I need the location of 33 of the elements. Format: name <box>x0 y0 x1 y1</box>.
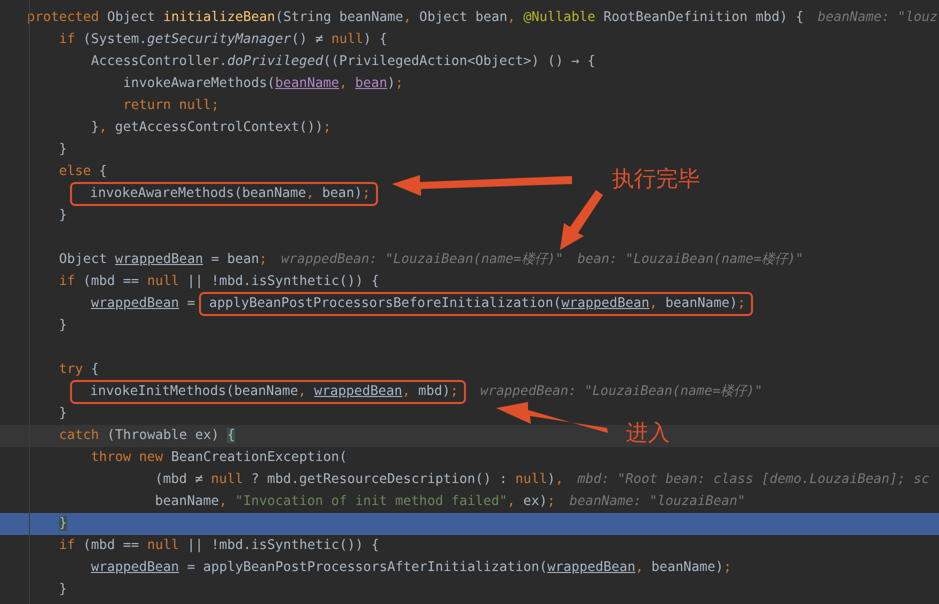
code-line: Object wrappedBean = bean; <box>59 251 268 269</box>
code-line: AccessController.doPrivileged((PrivilegedAction<Object>) () → { <box>91 53 596 71</box>
code-line: if (mbd == null || !mbd.isSynthetic()) { <box>59 273 380 291</box>
code-line: if (mbd == null || !mbd.isSynthetic()) { <box>59 537 380 555</box>
annotation-label: 执行完毕 <box>612 166 700 194</box>
code-line: beanName, "Invocation of init method failed", ex); <box>155 493 556 511</box>
highlighted-code: applyBeanPostProcessorsBeforeInitialization(wrappedBean, beanName); <box>199 292 754 316</box>
inline-debug-value: wrappedBean: "LouzaiBean(name=楼仔)" <box>281 251 564 269</box>
inline-debug-value: mbd: "Root bean: class [demo.LouzaiBean]; sc <box>577 471 930 489</box>
code-line: } <box>59 405 68 423</box>
highlighted-code: invokeAwareMethods(beanName, bean); <box>70 182 378 206</box>
code-line: invokeAwareMethods(beanName, bean); <box>123 75 404 93</box>
code-line: throw new BeanCreationException( <box>91 449 348 467</box>
code-line: protected Object initializeBean(String beanName, Object bean, @Nullable RootBeanDefinition mbd) { <box>27 9 804 27</box>
code-line: } <box>59 207 68 225</box>
code-line: if (System.getSecurityManager() ≠ null) { <box>59 31 388 49</box>
inline-debug-value: beanName: "louzaiBean" <box>569 493 746 511</box>
code-line: wrappedBean = <box>91 295 196 313</box>
code-line: }, getAccessControlContext()); <box>91 119 332 137</box>
code-line: return null; <box>123 97 220 115</box>
code-line: } <box>59 317 68 335</box>
highlighted-code: invokeInitMethods(beanName, wrappedBean, mbd); <box>70 380 466 404</box>
code-line: } <box>59 141 68 159</box>
code-line: try { <box>59 361 100 379</box>
inline-debug-value: beanName: "louz <box>818 9 938 27</box>
code-line: } <box>59 581 68 599</box>
code-line: (mbd ≠ null ? mbd.getResourceDescription() : null), <box>155 471 564 489</box>
annotation-label: 进入 <box>626 420 670 448</box>
code-line: else { <box>59 163 108 181</box>
code-line: catch (Throwable ex) { <box>59 427 236 445</box>
code-line: wrappedBean = applyBeanPostProcessorsAfterInitialization(wrappedBean, beanName); <box>91 559 732 577</box>
inline-debug-value: wrappedBean: "LouzaiBean(name=楼仔)" <box>480 383 762 401</box>
inline-debug-value: bean: "LouzaiBean(name=楼仔)" <box>577 251 804 269</box>
